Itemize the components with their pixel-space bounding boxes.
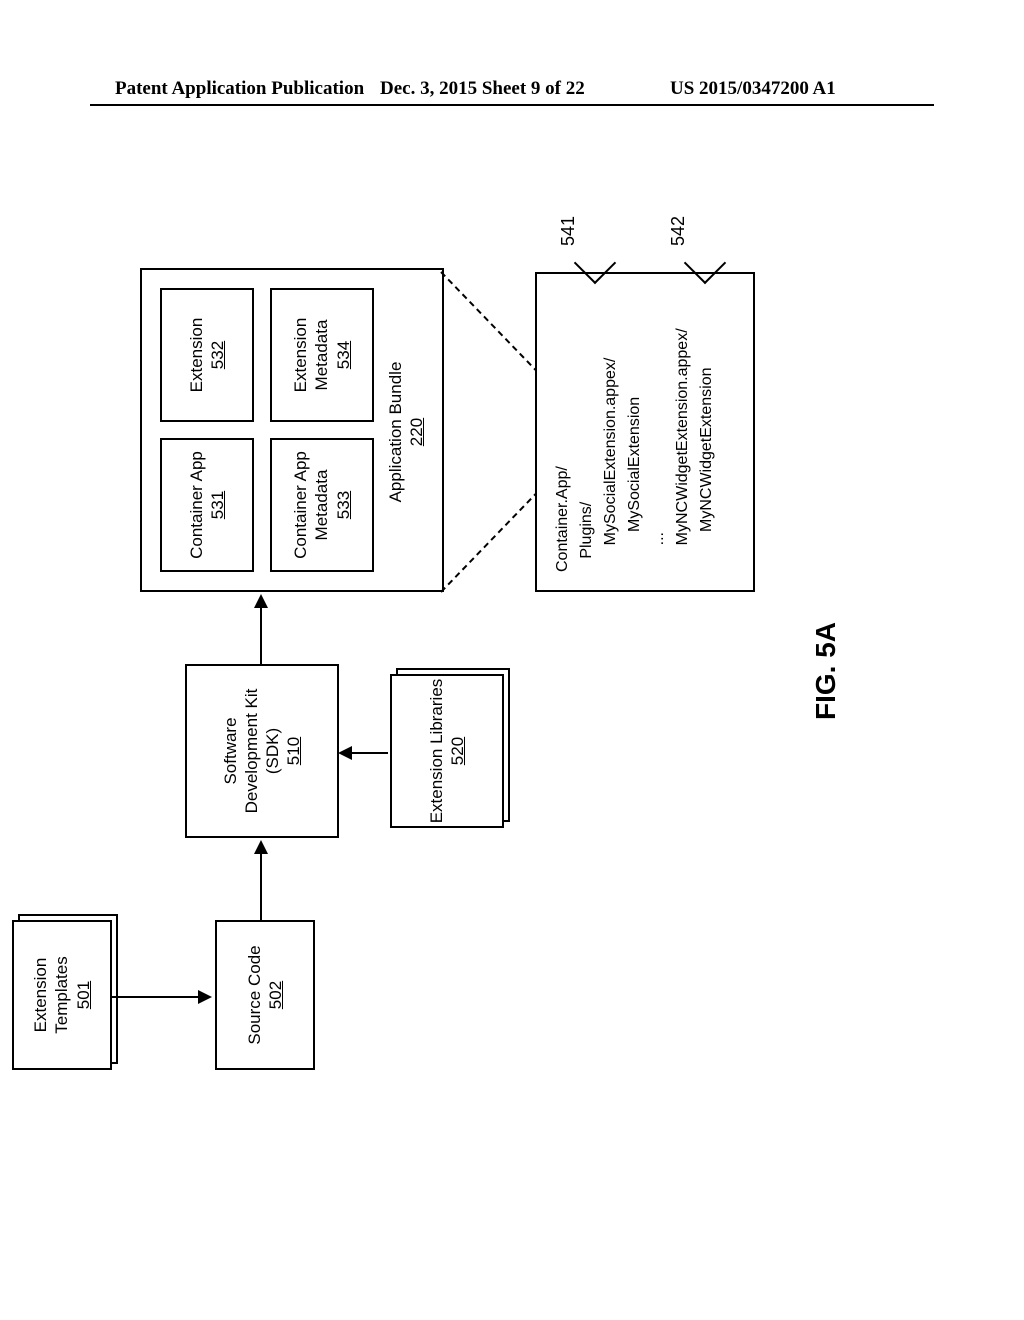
arrow-templates-to-source <box>110 996 200 998</box>
figure-5a-diagram: Extension Templates 501 Source Code 502 … <box>0 270 1024 1070</box>
extension-ref: 532 <box>207 341 228 369</box>
block-sdk: Software Development Kit (SDK) 510 <box>185 664 339 838</box>
block-extension-templates: Extension Templates 501 <box>12 920 112 1070</box>
arrow-sdk-to-bundle <box>260 606 262 666</box>
container-meta-title: Container App Metadata <box>290 440 333 570</box>
ext-libs-ref: 520 <box>447 737 468 765</box>
source-code-title: Source Code <box>244 945 265 1044</box>
arrow-libs-to-sdk <box>350 752 388 754</box>
ref-542: 542 <box>668 216 689 246</box>
header-rule <box>90 104 934 106</box>
block-extension-libraries: Extension Libraries 520 <box>390 674 504 828</box>
ext-templates-ref: 501 <box>73 981 94 1009</box>
block-bundle-paths: Container.App/ Plugins/ MySocialExtensio… <box>535 272 755 592</box>
block-extension-metadata: Extension Metadata 534 <box>270 288 374 422</box>
block-container-app-metadata: Container App Metadata 533 <box>270 438 374 572</box>
extension-title: Extension <box>186 318 207 393</box>
ref-541: 541 <box>558 216 579 246</box>
ext-libs-title: Extension Libraries <box>426 679 447 824</box>
ext-templates-title: Extension Templates <box>30 922 73 1068</box>
header-right: US 2015/0347200 A1 <box>670 78 836 100</box>
figure-caption: FIG. 5A <box>810 622 842 720</box>
header-left: Patent Application Publication <box>115 78 364 100</box>
callout-dash-left <box>440 491 539 593</box>
block-container-app: Container App 531 <box>160 438 254 572</box>
arrowhead-sdk-to-bundle <box>254 594 268 608</box>
bundle-title: Application Bundle <box>385 362 406 503</box>
block-source-code: Source Code 502 <box>215 920 315 1070</box>
container-meta-ref: 533 <box>333 491 354 519</box>
callout-dash-right-a <box>440 271 539 373</box>
ext-meta-ref: 534 <box>333 341 354 369</box>
header-middle: Dec. 3, 2015 Sheet 9 of 22 <box>380 78 585 100</box>
block-extension: Extension 532 <box>160 288 254 422</box>
container-app-ref: 531 <box>207 491 228 519</box>
container-app-title: Container App <box>186 451 207 559</box>
bundle-paths-text: Container.App/ Plugins/ MySocialExtensio… <box>551 284 719 572</box>
bundle-caption: Application Bundle 220 <box>385 272 428 592</box>
sdk-ref: 510 <box>283 737 304 765</box>
arrowhead-templates-to-source <box>198 990 212 1004</box>
arrow-source-to-sdk <box>260 852 262 922</box>
sdk-title: Software Development Kit (SDK) <box>220 666 284 836</box>
source-code-ref: 502 <box>265 981 286 1009</box>
arrowhead-source-to-sdk <box>254 840 268 854</box>
bundle-ref: 220 <box>406 418 427 446</box>
arrowhead-libs-to-sdk <box>338 746 352 760</box>
ext-meta-title: Extension Metadata <box>290 290 333 420</box>
